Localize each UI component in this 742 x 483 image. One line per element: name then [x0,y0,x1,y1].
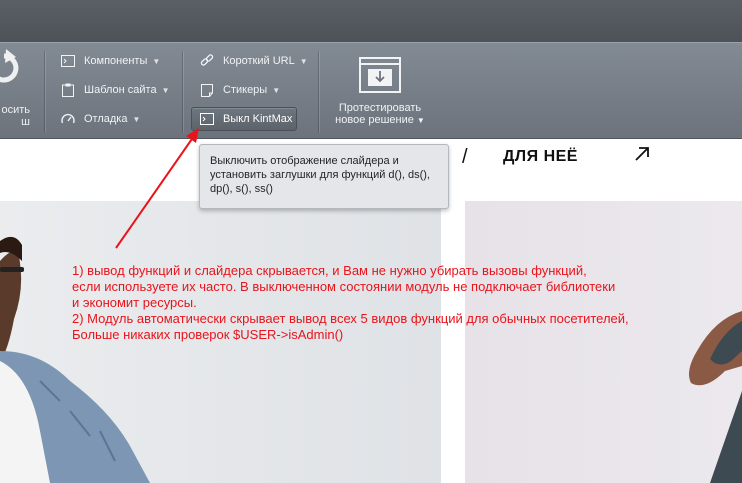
annotation-line: 2) Модуль автоматически скрывает вывод в… [72,311,629,326]
annotation-line: 1) вывод функций и слайдера скрывается, … [72,263,587,278]
annotation-line: если используете их часто. В выключенном… [72,279,616,294]
annotation-line: Больше никаких проверок $USER->isAdmin() [72,327,344,342]
screen: осить ш Компоненты ▼ Шаблон сайта ▼ Отла… [0,0,742,483]
annotation-text: 1) вывод функций и слайдера скрывается, … [72,263,732,343]
annotation-line: и экономит ресурсы. [72,295,197,310]
annotation-arrow [115,128,199,249]
